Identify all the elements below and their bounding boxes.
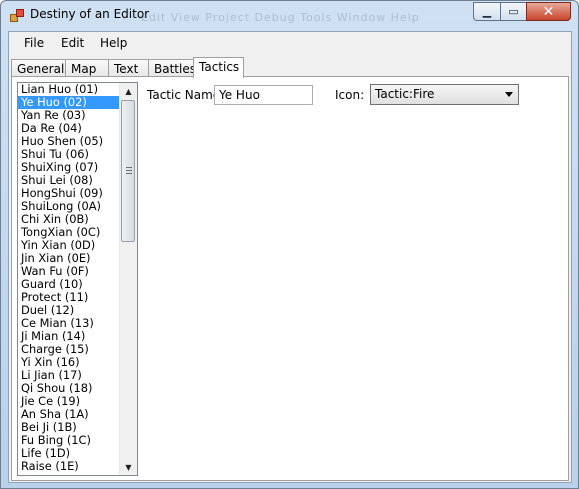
list-scrollbar[interactable]: ▲ ▼ (119, 83, 137, 475)
app-icon (10, 9, 24, 22)
tab-generals[interactable]: Generals (11, 59, 71, 77)
scroll-up-arrow-icon[interactable]: ▲ (120, 83, 137, 99)
tactic-name-label: Tactic Name: (147, 88, 225, 102)
client-area: File Edit Help Generals Map Text Battles… (8, 31, 572, 483)
icon-select[interactable]: Tactic:Fire (370, 84, 519, 105)
tab-battles[interactable]: Battles (148, 59, 196, 77)
tactic-name-input[interactable]: Ye Huo (214, 85, 313, 105)
tab-text[interactable]: Text (108, 59, 149, 77)
icon-select-value: Tactic:Fire (375, 87, 435, 101)
scroll-thumb[interactable] (121, 100, 135, 242)
title-bar[interactable]: Destiny of an Editor Edit View Project D… (1, 1, 578, 31)
icon-label: Icon: (335, 88, 365, 102)
menu-help[interactable]: Help (100, 36, 127, 50)
list-item[interactable]: Raise (1E) (18, 460, 120, 473)
dropdown-arrow-icon[interactable] (505, 92, 513, 97)
background-window-menu-ghost: Edit View Project Debug Tools Window Hel… (141, 11, 420, 24)
maximize-button[interactable]: ▭ (500, 2, 527, 21)
scroll-down-arrow-icon[interactable]: ▼ (120, 459, 137, 475)
tab-map[interactable]: Map (65, 59, 109, 77)
close-button[interactable]: ✕ (526, 2, 571, 21)
minimize-button[interactable]: ▁ (473, 2, 501, 21)
tab-tactics[interactable]: Tactics (193, 57, 244, 78)
tactics-listbox[interactable]: Lian Huo (01) Ye Huo (02) Yan Re (03) Da Re… (17, 82, 138, 476)
menu-file[interactable]: File (24, 36, 44, 50)
window-title: Destiny of an Editor (30, 7, 150, 21)
tactics-list-items: Lian Huo (01) Ye Huo (02) Yan Re (03) Da Re… (18, 83, 120, 475)
menu-bar: File Edit Help (9, 32, 571, 54)
tactics-tab-page: Lian Huo (01) Ye Huo (02) Yan Re (03) Da Re… (11, 76, 569, 481)
app-window: Destiny of an Editor Edit View Project D… (0, 0, 579, 489)
menu-edit[interactable]: Edit (61, 36, 84, 50)
